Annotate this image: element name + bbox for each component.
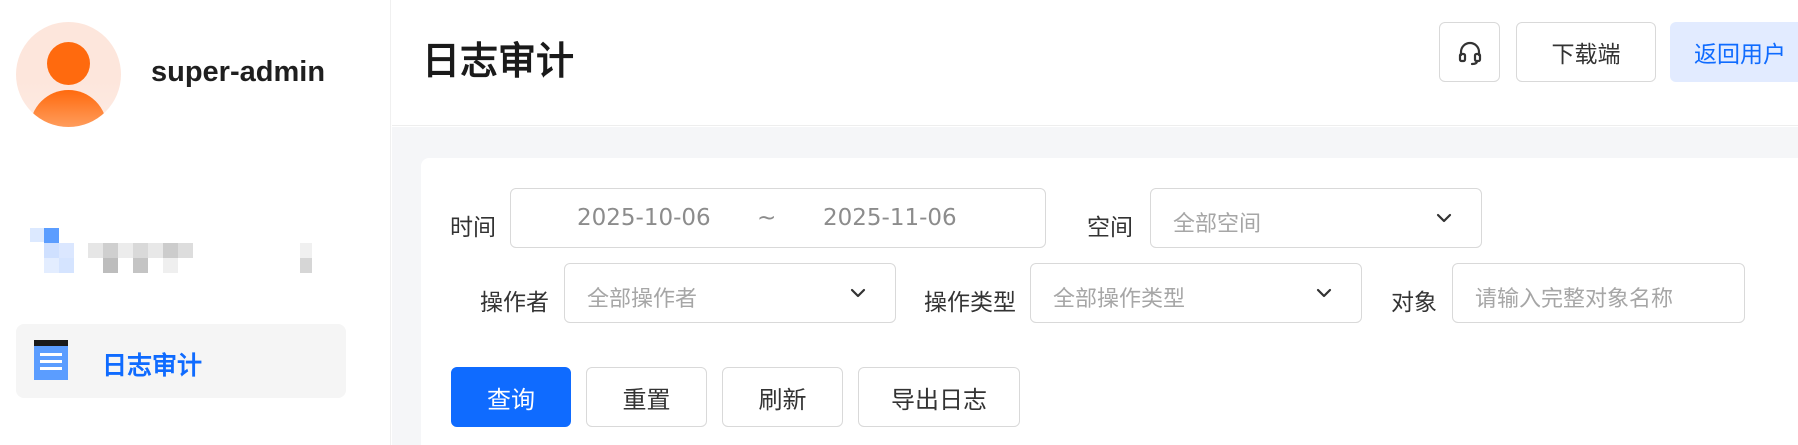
sidebar-item-label: 日志审计 <box>102 351 203 380</box>
operation-type-label: 操作类型 <box>924 290 1016 316</box>
object-label: 对象 <box>1391 290 1437 316</box>
date-separator: ~ <box>757 205 777 231</box>
export-log-button[interactable]: 导出日志 <box>858 367 1020 427</box>
download-client-button[interactable]: 下载端 <box>1516 22 1656 82</box>
avatar[interactable] <box>16 22 121 127</box>
sidebar-item-log-audit[interactable]: 日志审计 <box>16 324 346 398</box>
query-button[interactable]: 查询 <box>451 367 571 427</box>
operator-placeholder: 全部操作者 <box>587 287 698 312</box>
space-select[interactable]: 全部空间 <box>1150 188 1482 248</box>
avatar-body <box>30 90 107 127</box>
chevron-down-icon <box>850 288 866 298</box>
chevron-down-icon <box>1316 288 1332 298</box>
date-range-picker[interactable]: 2025-10-06 ~ 2025-11-06 <box>510 188 1046 248</box>
operator-select[interactable]: 全部操作者 <box>564 263 896 323</box>
document-list-icon <box>34 340 68 380</box>
return-user-button[interactable]: 返回用户 <box>1670 22 1798 82</box>
object-input[interactable]: 请输入完整对象名称 <box>1452 263 1745 323</box>
start-date: 2025-10-06 <box>577 205 711 231</box>
obscured-nav-item <box>30 228 325 276</box>
time-label: 时间 <box>450 215 496 241</box>
refresh-button[interactable]: 刷新 <box>722 367 843 427</box>
header: 日志审计 下载端 返回用户 <box>392 0 1798 126</box>
operation-type-select[interactable]: 全部操作类型 <box>1030 263 1362 323</box>
content-area: 时间 2025-10-06 ~ 2025-11-06 空间 全部空间 操作者 全… <box>392 127 1798 445</box>
username: super-admin <box>151 56 326 88</box>
object-placeholder: 请输入完整对象名称 <box>1475 287 1674 312</box>
operation-type-placeholder: 全部操作类型 <box>1053 287 1186 312</box>
chevron-down-icon <box>1436 213 1452 223</box>
filter-panel: 时间 2025-10-06 ~ 2025-11-06 空间 全部空间 操作者 全… <box>421 158 1798 445</box>
page-title: 日志审计 <box>422 39 575 83</box>
sidebar: super-admin 日志审计 <box>0 0 391 445</box>
space-placeholder: 全部空间 <box>1173 212 1262 237</box>
operator-label: 操作者 <box>480 290 549 316</box>
reset-button[interactable]: 重置 <box>586 367 707 427</box>
end-date: 2025-11-06 <box>823 205 957 231</box>
headset-icon <box>1458 41 1482 66</box>
space-label: 空间 <box>1087 215 1133 241</box>
support-button[interactable] <box>1439 22 1500 82</box>
avatar-head <box>47 42 90 85</box>
